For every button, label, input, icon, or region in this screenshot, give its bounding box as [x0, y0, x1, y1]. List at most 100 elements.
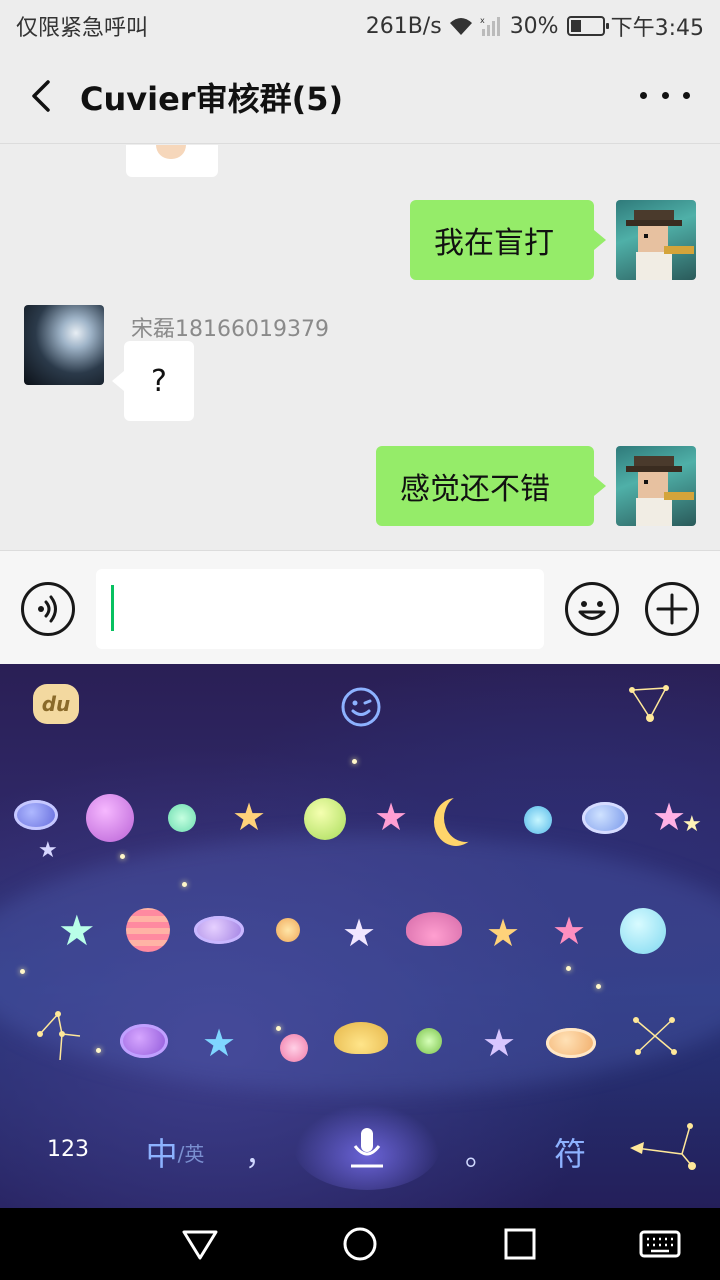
key-planet-ice[interactable] [620, 908, 666, 954]
sparkle [276, 1026, 281, 1031]
sparkle [96, 1048, 101, 1053]
sparkle [566, 966, 571, 971]
key-planet-green[interactable] [416, 1028, 442, 1054]
signal-icon: x [480, 16, 500, 36]
sent-message-bubble[interactable]: 我在盲打 [410, 200, 606, 280]
sender-name: 宋磊18166019379 [131, 317, 329, 342]
emoji-button[interactable] [565, 582, 619, 636]
wifi-icon [449, 18, 472, 35]
key-planet-pink[interactable] [86, 794, 134, 842]
system-navigation-bar [0, 1208, 720, 1280]
sparkle [352, 759, 357, 764]
avatar-character-icon [626, 210, 694, 280]
ime-logo-text: du [41, 692, 71, 716]
nav-home-icon[interactable] [340, 1226, 380, 1262]
key-ufo-gold[interactable] [334, 1022, 388, 1054]
battery-percent: 30% [509, 13, 559, 39]
key-planet-mint[interactable] [168, 804, 196, 832]
my-avatar[interactable] [616, 200, 696, 280]
key-planet-striped[interactable] [126, 908, 170, 952]
clock: 下午3:45 [610, 16, 704, 41]
key-planet-ring-peach[interactable] [546, 1028, 596, 1058]
keyboard-background-haze [0, 834, 720, 1094]
key-planet-blue[interactable] [524, 806, 552, 834]
ime-logo-button[interactable]: du [33, 684, 79, 724]
plus-icon [656, 593, 688, 625]
nav-keyboard-icon[interactable] [638, 1226, 682, 1262]
key-planet-ring-purple[interactable] [194, 916, 244, 944]
sparkle [120, 854, 125, 859]
language-key-primary: 中 [145, 1135, 178, 1173]
key-star-blue[interactable]: ★ [202, 1024, 236, 1062]
chat-header: Cuvier审核群(5) [0, 50, 720, 144]
comma-key[interactable]: ， [240, 1128, 280, 1176]
key-constellation-x[interactable] [630, 1014, 680, 1058]
period-key[interactable]: 。 [460, 1128, 500, 1176]
key-star-pink[interactable]: ★ [374, 798, 408, 836]
constellation-settings-icon[interactable] [626, 684, 674, 724]
nav-back-icon[interactable] [180, 1226, 220, 1262]
back-arrow-icon[interactable] [22, 76, 62, 116]
status-bar: 仅限紧急呼叫 261B/s x 30% 下午3:45 [0, 0, 720, 50]
carrier-text: 仅限紧急呼叫 [16, 16, 149, 41]
svg-text:x: x [480, 16, 485, 25]
nav-recents-icon[interactable] [500, 1226, 540, 1262]
symbol-key-label: 符 [553, 1135, 586, 1173]
avatar-character-icon [626, 456, 694, 526]
message-list[interactable]: 我在盲打 宋磊18166019379 ? 感觉还不错 [0, 145, 720, 550]
my-avatar[interactable] [616, 446, 696, 526]
language-switch-key[interactable]: 中 /英 [140, 1128, 210, 1176]
received-message-bubble[interactable]: ? [112, 341, 194, 421]
period-key-label: 。 [465, 1138, 495, 1173]
sparkle [182, 882, 187, 887]
voice-input-button[interactable] [21, 582, 75, 636]
previous-message-bubble[interactable] [126, 145, 218, 177]
key-star-gold[interactable]: ★ [232, 798, 266, 836]
message-text: ? [151, 363, 167, 399]
language-key-secondary: /英 [177, 1141, 205, 1166]
key-planet-ring-violet[interactable] [120, 1024, 168, 1058]
key-planet-ring[interactable] [14, 800, 58, 830]
key-planet-ring-blue[interactable] [582, 802, 628, 834]
backspace-key[interactable] [626, 1120, 702, 1174]
input-bar [0, 550, 720, 664]
microphone-icon [351, 1128, 383, 1168]
key-planet-orange[interactable] [276, 918, 300, 942]
key-planet-rose[interactable] [280, 1034, 308, 1062]
space-voice-key[interactable] [294, 1104, 440, 1190]
numbers-key-label: 123 [47, 1136, 89, 1162]
smiley-icon [578, 601, 606, 620]
status-indicators: 261B/s x 30% 下午3:45 [366, 10, 704, 42]
key-star-white[interactable]: ★ [342, 914, 376, 952]
key-star-coral[interactable]: ★ [552, 912, 586, 950]
key-planet-lime[interactable] [304, 798, 346, 840]
numbers-key[interactable]: 123 [28, 1124, 108, 1174]
sent-message-bubble[interactable]: 感觉还不错 [376, 446, 606, 526]
message-input[interactable] [96, 569, 544, 649]
dot-icon [640, 91, 647, 99]
more-functions-button[interactable] [645, 582, 699, 636]
comma-key-label: ， [245, 1138, 275, 1173]
voice-icon [38, 595, 57, 623]
sparkle [596, 984, 601, 989]
key-moon[interactable] [444, 794, 488, 842]
ime-keyboard: du ★ ★ ★ ★ ★ ★ ★ ★ ★ ★ ★ 123 中 /英 ， 。 符 [0, 664, 720, 1208]
key-constellation[interactable] [34, 1004, 84, 1064]
message-text: 感觉还不错 [400, 472, 550, 507]
sparkle [20, 969, 25, 974]
key-star-pink-small[interactable]: ★ [652, 798, 686, 836]
key-ufo-pink[interactable] [406, 912, 462, 946]
message-text: 我在盲打 [434, 226, 554, 261]
sender-avatar[interactable] [24, 305, 104, 385]
key-star-lilac[interactable]: ★ [482, 1024, 516, 1062]
key-star-mint[interactable]: ★ [58, 910, 96, 952]
chat-title: Cuvier审核群(5) [80, 80, 344, 118]
symbol-key[interactable]: 符 [540, 1126, 600, 1178]
more-options-button[interactable] [640, 80, 690, 110]
dot-icon [661, 91, 669, 99]
battery-icon [566, 16, 609, 36]
network-speed: 261B/s [365, 13, 442, 39]
emoji-panel-icon[interactable] [340, 686, 382, 728]
key-star-gold[interactable]: ★ [486, 914, 520, 952]
text-caret [111, 585, 114, 631]
